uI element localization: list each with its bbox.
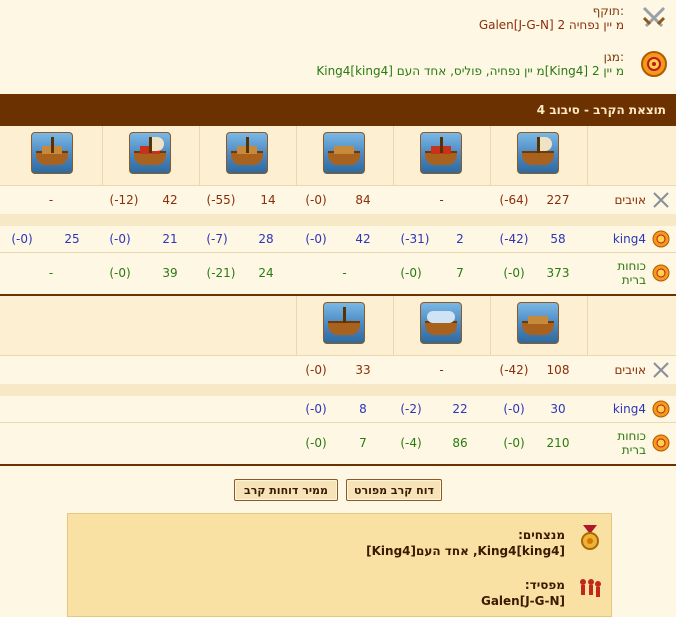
own-row: king4 30 (-0) 22 (-2) 8 (-0)	[0, 396, 676, 422]
own-count: 8	[359, 402, 367, 416]
defender-value[interactable]: King4[king4] מ יין נפחיה, פוליס, אחד העם…	[316, 64, 624, 78]
own-count: 58	[550, 232, 566, 246]
attacker-label: תוקף:	[592, 4, 624, 18]
allies-count: 39	[162, 265, 178, 280]
allies-loss: (-0)	[400, 265, 422, 280]
unit-ship-firethrower-icon[interactable]	[420, 132, 462, 174]
shield-icon	[652, 434, 670, 452]
unit-tender-icon[interactable]	[323, 302, 365, 344]
report-converter-button[interactable]: ממיר דוחות קרב	[234, 479, 338, 501]
winners-value: King4[king4], אחד העם[King4]	[366, 544, 565, 558]
loser-value: Galen[J-G-N]	[480, 594, 565, 608]
allies-loss: (-0)	[109, 265, 131, 280]
unit-ship-ram-icon[interactable]	[517, 132, 559, 174]
own-loss: (-31)	[400, 232, 430, 246]
unit-ship-submarine-icon[interactable]	[31, 132, 73, 174]
enemies-count: 42	[162, 193, 178, 207]
loser-label: מפסיד:	[524, 578, 565, 592]
unit-ship-catapult-icon[interactable]	[226, 132, 268, 174]
attacker-row: תוקף: Galen[J-G-N] מ יין נפחיה 2	[0, 4, 676, 50]
own-label[interactable]: king4	[613, 226, 646, 252]
enemies-label: אויבים	[614, 363, 646, 377]
medal-icon	[577, 524, 603, 550]
allies-loss: (-0)	[305, 435, 327, 450]
enemies-loss: (-55)	[206, 193, 236, 207]
unit-ship-ballista-icon[interactable]	[323, 132, 365, 174]
unit-balloon-carrier-icon[interactable]	[420, 302, 462, 344]
enemies-count: 14	[260, 193, 276, 207]
allies-loss: (-0)	[503, 435, 525, 450]
shield-icon	[652, 230, 670, 248]
own-loss: (-0)	[305, 232, 327, 246]
crossed-swords-icon	[640, 4, 668, 32]
own-label[interactable]: king4	[613, 396, 646, 422]
own-loss: (-2)	[400, 402, 422, 416]
own-count: 2	[456, 232, 464, 246]
attacker-value[interactable]: Galen[J-G-N] מ יין נפחיה 2	[479, 18, 624, 32]
own-count: 30	[550, 402, 566, 416]
enemies-count: -	[48, 193, 54, 207]
allies-row: כוחות ברית 373 (-0) 7 (-0) - 24 (-21) 39…	[0, 252, 676, 292]
enemies-count: -	[439, 363, 444, 377]
enemies-row: אויבים 227 (-64) - 84 (-0) 14 (-55) 42 (…	[0, 186, 676, 214]
units-row	[0, 126, 676, 186]
unit-ship-paddle-icon[interactable]	[517, 302, 559, 344]
shield-icon	[652, 264, 670, 282]
enemies-loss: (-0)	[305, 193, 327, 207]
defender-label: מגן:	[603, 50, 624, 64]
allies-count: 7	[456, 265, 464, 280]
own-loss: (-0)	[305, 402, 327, 416]
shield-icon	[652, 400, 670, 418]
own-loss: (-42)	[499, 232, 529, 246]
own-count: 42	[355, 232, 371, 246]
enemies-loss: (-64)	[499, 193, 529, 207]
divider	[0, 464, 676, 466]
winners-label: מנצחים:	[518, 528, 565, 542]
enemies-count: -	[439, 193, 444, 207]
allies-label: כוחות ברית	[617, 428, 646, 457]
enemies-loss: (-12)	[109, 193, 139, 207]
defender-row: מגן: King4[king4] מ יין נפחיה, פוליס, אח…	[0, 50, 676, 96]
allies-count: -	[48, 265, 54, 280]
allies-loss: (-4)	[400, 435, 422, 450]
allies-row: כוחות ברית 210 (-0) 86 (-4) 7 (-0)	[0, 422, 676, 462]
enemies-loss: (-0)	[305, 363, 327, 377]
allies-loss: (-0)	[503, 265, 525, 280]
own-count: 22	[452, 402, 468, 416]
own-count: 25	[64, 232, 80, 246]
shield-icon	[640, 50, 668, 78]
own-loss: (-0)	[109, 232, 131, 246]
allies-loss: (-21)	[206, 265, 236, 280]
allies-count: 86	[452, 435, 468, 450]
battle-summary: מנצחים: King4[king4], אחד העם[King4] מפס…	[67, 513, 612, 617]
allies-count: 24	[258, 265, 274, 280]
allies-count: 373	[546, 265, 570, 280]
battle-table-1: אויבים 227 (-64) - 84 (-0) 14 (-55) 42 (…	[0, 126, 676, 296]
detailed-report-button[interactable]: דוח קרב מפורט	[346, 479, 442, 501]
battle-table-2: אויבים 108 (-42) - 33 (-0) king4 30 (-0)…	[0, 296, 676, 464]
own-count: 28	[258, 232, 274, 246]
enemies-row: אויבים 108 (-42) - 33 (-0)	[0, 356, 676, 384]
allies-label: כוחות ברית	[617, 258, 646, 287]
allies-count: 7	[359, 435, 367, 450]
own-loss: (-0)	[11, 232, 33, 246]
crossed-swords-icon	[652, 191, 670, 209]
allies-count: -	[342, 265, 347, 280]
enemies-loss: (-42)	[499, 363, 529, 377]
enemies-count: 227	[546, 193, 570, 207]
enemies-label: אויבים	[614, 193, 646, 207]
round-title: תוצאת הקרב - סיבוב 4	[0, 94, 676, 126]
units-row	[0, 296, 676, 356]
enemies-count: 108	[546, 363, 570, 377]
enemies-count: 84	[355, 193, 371, 207]
own-row: king4 58 (-42) 2 (-31) 42 (-0) 28 (-7) 2…	[0, 226, 676, 252]
allies-count: 210	[546, 435, 570, 450]
crossed-swords-icon	[652, 361, 670, 379]
own-loss: (-0)	[503, 402, 525, 416]
own-count: 21	[162, 232, 178, 246]
enemies-count: 33	[355, 363, 371, 377]
unit-ship-mortar-icon[interactable]	[129, 132, 171, 174]
own-loss: (-7)	[206, 232, 228, 246]
fleeing-soldiers-icon	[577, 576, 603, 602]
